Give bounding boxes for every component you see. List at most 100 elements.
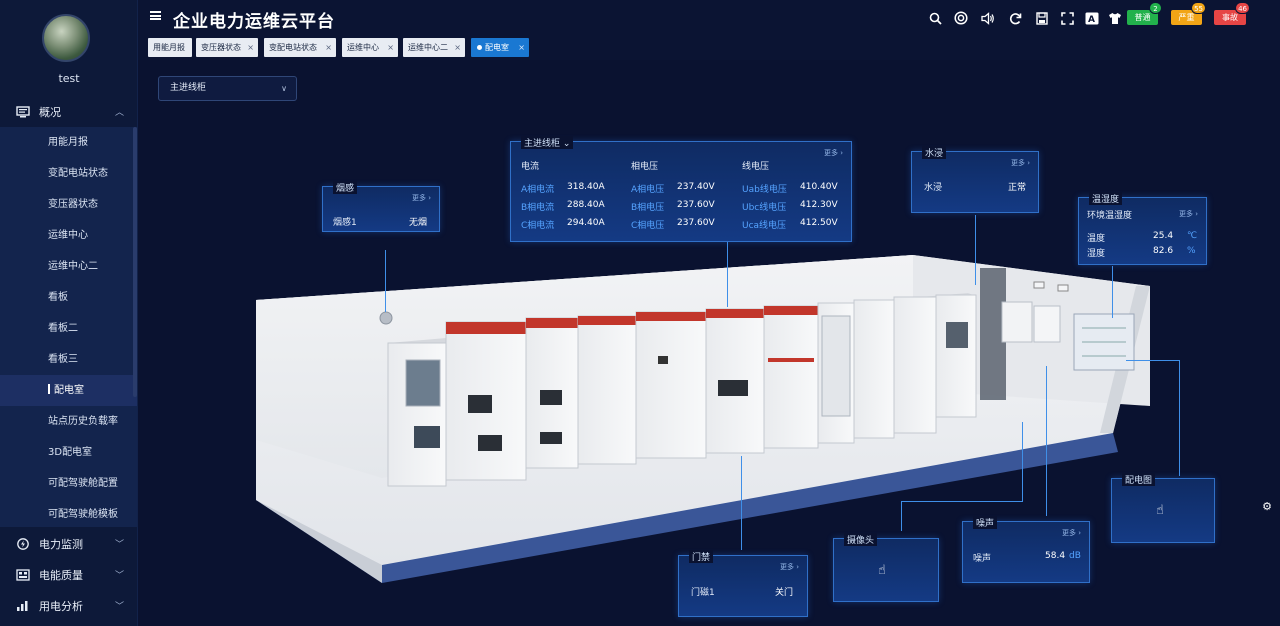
metric-label: A相电流 xyxy=(521,185,555,195)
metric-value: 237.60V xyxy=(677,218,715,228)
save-icon[interactable] xyxy=(1034,10,1050,26)
metric-value: 412.30V xyxy=(800,200,838,210)
metric-value: 318.40A xyxy=(567,182,605,192)
sidebar-item-cockpit-config[interactable]: 可配驾驶舱配置 xyxy=(0,468,137,499)
panel-title: 噪声 xyxy=(973,516,998,529)
temperature-value: 25.4 xyxy=(1153,231,1174,241)
temp-humidity-panel[interactable]: 温湿度 环境温湿度 更多 › 温度 25.4 ℃ 湿度 82.6 % xyxy=(1078,192,1207,265)
main-content: 主进线柜 ∨ 烟感 更多 › 烟感1 无烟 主进线柜 ⌄ 更多 › 电流 相电压… xyxy=(138,60,1280,626)
more-link[interactable]: 更多 › xyxy=(412,193,431,203)
more-link[interactable]: 更多 › xyxy=(1062,528,1081,538)
grid-icon xyxy=(16,569,30,581)
more-link[interactable]: 更多 › xyxy=(1179,209,1198,219)
tab-ops-center[interactable]: 运维中心 × xyxy=(342,38,398,57)
sidebar-item-ops-center-2[interactable]: 运维中心二 xyxy=(0,251,137,282)
tab-distribution-room[interactable]: 配电室 × xyxy=(471,38,529,57)
door-sensor-value: 关门 xyxy=(774,588,793,598)
sidebar-item-ops-center[interactable]: 运维中心 xyxy=(0,220,137,251)
menu-toggle-icon[interactable] xyxy=(150,11,161,20)
camera-panel[interactable]: 摄像头 ☝ xyxy=(833,533,939,602)
hand-pointer-icon[interactable]: ☝ xyxy=(878,563,886,578)
refresh-icon[interactable] xyxy=(1007,10,1023,26)
sidebar-item-distribution-room[interactable]: 配电室 xyxy=(0,375,137,406)
metric-value: 294.40A xyxy=(567,218,605,228)
column-header-phase-voltage: 相电压 xyxy=(631,162,659,172)
alert-label: 严重 xyxy=(1178,13,1195,22)
tab-transformer-status[interactable]: 变压器状态 × xyxy=(196,38,258,57)
tshirt-icon[interactable] xyxy=(1107,10,1123,26)
avatar[interactable] xyxy=(42,14,90,62)
alert-severe-button[interactable]: 严重 55 xyxy=(1171,2,1206,25)
menu-group-label: 电力监测 xyxy=(39,538,83,551)
volume-icon[interactable] xyxy=(980,10,996,26)
close-icon[interactable]: × xyxy=(325,38,332,57)
noise-label: 噪声 xyxy=(973,554,992,564)
distribution-diagram-panel[interactable]: 配电图 ☝ xyxy=(1111,473,1215,543)
menu-group-power-monitoring[interactable]: 电力监测 ﹀ xyxy=(0,529,137,559)
sidebar-item-dashboard-3[interactable]: 看板三 xyxy=(0,344,137,375)
door-access-panel[interactable]: 门禁 更多 › 门磁1 关门 xyxy=(678,550,808,617)
noise-panel[interactable]: 噪声 更多 › 噪声 58.4 dB xyxy=(962,516,1090,583)
sidebar-item-dashboard[interactable]: 看板 xyxy=(0,282,137,313)
tab-substation-status[interactable]: 变配电站状态 × xyxy=(264,38,336,57)
sidebar-item-3d-room[interactable]: 3D配电室 xyxy=(0,437,137,468)
menu-group-usage-analysis[interactable]: 用电分析 ﹀ xyxy=(0,591,137,621)
more-link[interactable]: 更多 › xyxy=(1011,158,1030,168)
sidebar-scrollbar[interactable] xyxy=(133,127,137,397)
close-icon[interactable]: × xyxy=(518,38,525,57)
metric-label: Ubc线电压 xyxy=(742,203,787,213)
sidebar-item-monthly-report[interactable]: 用能月报 xyxy=(0,127,137,158)
wall-camera-device xyxy=(1033,281,1045,289)
fullscreen-icon[interactable] xyxy=(1059,10,1075,26)
alert-count-badge: 46 xyxy=(1235,2,1250,14)
tab-ops-center-2[interactable]: 运维中心二 × xyxy=(403,38,465,57)
sidebar-item-dashboard-2[interactable]: 看板二 xyxy=(0,313,137,344)
close-icon[interactable]: × xyxy=(454,38,461,57)
hand-pointer-icon[interactable]: ☝ xyxy=(1156,503,1164,518)
metric-label: Uab线电压 xyxy=(742,185,787,195)
alert-label: 事故 xyxy=(1222,13,1238,22)
cabinet-select[interactable]: 主进线柜 ∨ xyxy=(158,76,297,101)
settings-sliders-icon[interactable]: ⚙ xyxy=(1262,500,1272,513)
sidebar-item-cockpit-template[interactable]: 可配驾驶舱模板 xyxy=(0,499,137,530)
incoming-cabinet-panel[interactable]: 主进线柜 ⌄ 更多 › 电流 相电压 线电压 A相电流 318.40A B相电流… xyxy=(510,136,852,242)
smoke-panel[interactable]: 烟感 更多 › 烟感1 无烟 xyxy=(322,181,440,232)
chevron-down-icon: ∨ xyxy=(281,84,287,93)
metric-label: B相电流 xyxy=(521,203,555,213)
alert-normal-button[interactable]: 普通 2 xyxy=(1127,2,1162,25)
cabinet-select-value: 主进线柜 xyxy=(170,83,207,93)
chevron-down-icon: ﹀ xyxy=(114,571,124,581)
menu-group-label: 电能质量 xyxy=(39,569,83,582)
leader-line xyxy=(727,242,728,307)
menu-group-overview[interactable]: 概况 ︿ xyxy=(0,97,137,127)
submenu-overview: 用能月报 变配电站状态 变压器状态 运维中心 运维中心二 看板 看板二 看板三 … xyxy=(0,127,137,530)
close-icon[interactable]: × xyxy=(247,38,254,57)
more-link[interactable]: 更多 › xyxy=(824,148,843,158)
lifebuoy-icon[interactable] xyxy=(953,10,969,26)
menu-group-power-quality[interactable]: 电能质量 ﹀ xyxy=(0,560,137,590)
sidebar-item-load-history[interactable]: 站点历史负载率 xyxy=(0,406,137,437)
water-leak-panel[interactable]: 水浸 更多 › 水浸 正常 xyxy=(911,146,1039,213)
leader-line xyxy=(1022,422,1023,502)
door-sensor-label: 门磁1 xyxy=(691,588,715,598)
sidebar-item-transformer-status[interactable]: 变压器状态 xyxy=(0,189,137,220)
sidebar-item-substation-status[interactable]: 变配电站状态 xyxy=(0,158,137,189)
menu-group-label: 概况 xyxy=(39,106,61,119)
tab-label: 配电室 xyxy=(485,43,509,52)
leader-line xyxy=(1112,266,1113,318)
column-header-current: 电流 xyxy=(521,162,540,172)
more-link[interactable]: 更多 › xyxy=(780,562,799,572)
alert-accident-button[interactable]: 事故 46 xyxy=(1214,2,1250,25)
panel-title: 门禁 xyxy=(689,550,714,563)
monitor-icon xyxy=(16,106,30,118)
panel-title: 配电图 xyxy=(1122,473,1156,486)
close-icon[interactable]: × xyxy=(387,38,394,57)
tab-monthly-report[interactable]: 用能月报 xyxy=(148,38,192,57)
leader-line xyxy=(385,250,386,312)
metric-label: B相电压 xyxy=(631,203,665,213)
metric-label: C相电压 xyxy=(631,221,665,231)
metric-value: 237.60V xyxy=(677,200,715,210)
translate-icon[interactable]: A xyxy=(1084,10,1100,26)
search-icon[interactable] xyxy=(927,10,943,26)
panel-title: 摄像头 xyxy=(844,533,878,546)
